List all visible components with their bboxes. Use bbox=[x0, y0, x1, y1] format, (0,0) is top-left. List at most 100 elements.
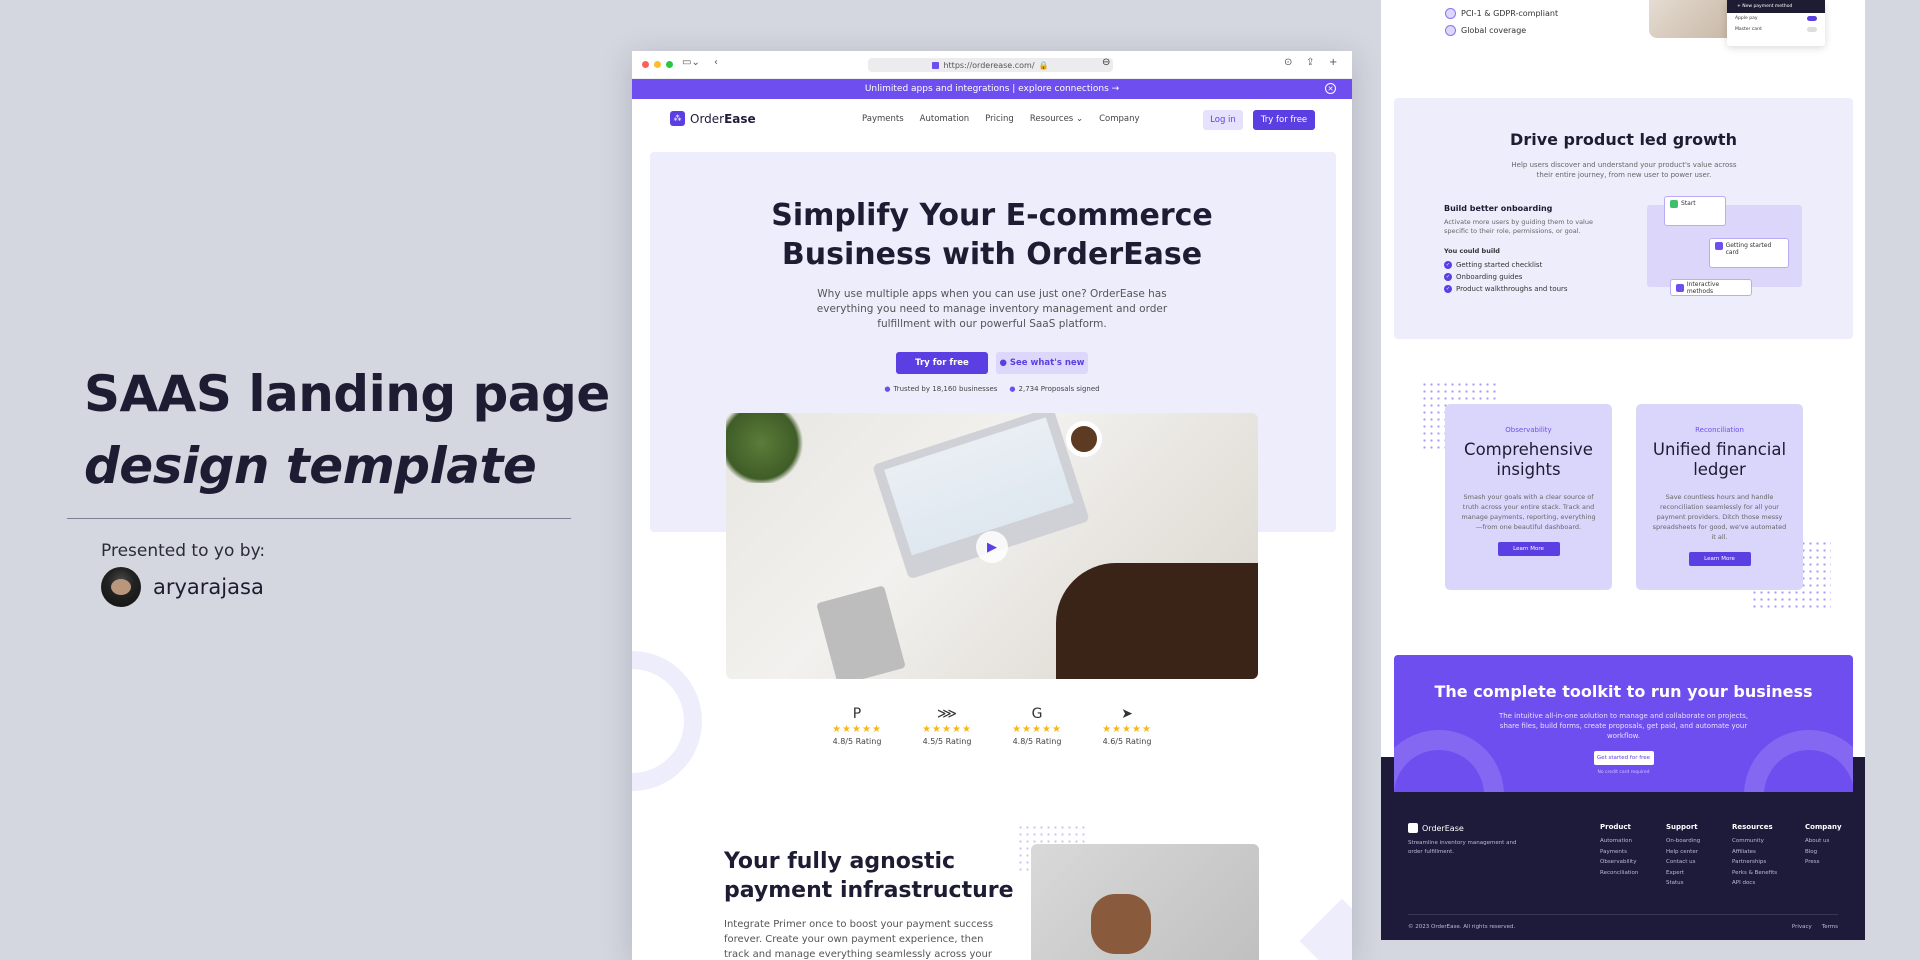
card-text: Save countless hours and handle reconcil… bbox=[1652, 493, 1787, 541]
see-whats-new-button[interactable]: ● See what's new bbox=[996, 352, 1088, 374]
banner-text[interactable]: Unlimited apps and integrations | explor… bbox=[865, 84, 1119, 94]
onboarding-text: Activate more users by guiding them to v… bbox=[1444, 218, 1593, 235]
hero-video[interactable]: ▶ bbox=[726, 413, 1258, 679]
terms-link[interactable]: Terms bbox=[1822, 924, 1838, 930]
rating-item: ➤ ★★★★★ 4.6/5 Rating bbox=[1097, 706, 1157, 746]
footer-link[interactable]: Partnerships bbox=[1732, 857, 1777, 868]
maximize-window-icon[interactable] bbox=[666, 61, 673, 68]
rating-label: 4.5/5 Rating bbox=[922, 737, 972, 746]
nav-company[interactable]: Company bbox=[1099, 114, 1139, 124]
card-title: Unified financial ledger bbox=[1652, 440, 1787, 479]
star-rating: ★★★★★ bbox=[1012, 724, 1062, 735]
new-tab-icon[interactable]: + bbox=[1329, 57, 1337, 68]
title-line-1: SAAS landing page bbox=[84, 365, 610, 423]
learn-more-button[interactable]: Learn More bbox=[1497, 542, 1560, 556]
announcement-banner[interactable]: Unlimited apps and integrations | explor… bbox=[632, 79, 1352, 99]
sidebar-icon[interactable]: ▭⌄ bbox=[682, 57, 700, 68]
copyright: © 2023 OrderEase. All rights reserved. bbox=[1408, 924, 1516, 930]
nav-pricing[interactable]: Pricing bbox=[985, 114, 1014, 124]
checklist-item: Getting started checklist bbox=[1444, 261, 1542, 269]
info-icon: ● bbox=[999, 358, 1007, 368]
trust-businesses: Trusted by 18,160 businesses bbox=[884, 385, 998, 393]
rating-label: 4.6/5 Rating bbox=[1102, 737, 1152, 746]
footer-tagline: Streamline inventory management and orde… bbox=[1408, 840, 1517, 855]
footer-link[interactable]: Help center bbox=[1666, 847, 1700, 858]
growth-subtitle: Help users discover and understand your … bbox=[1511, 161, 1737, 179]
try-free-button[interactable]: Try for free bbox=[1253, 110, 1315, 130]
download-icon[interactable]: ⊙ bbox=[1284, 57, 1292, 68]
payment-row-label: Apple pay bbox=[1735, 16, 1758, 21]
footer-link[interactable]: About us bbox=[1805, 836, 1842, 847]
nav-links: Payments Automation Pricing Resources ⌄ … bbox=[862, 114, 1140, 124]
minimize-window-icon[interactable] bbox=[654, 61, 661, 68]
footer-link[interactable]: Blog bbox=[1805, 847, 1842, 858]
back-arrow-icon[interactable]: ‹ bbox=[714, 57, 718, 68]
more-icon[interactable]: ⊖ bbox=[1102, 57, 1110, 68]
footer-column-support: Support On-boarding Help center Contact … bbox=[1666, 823, 1700, 889]
footer-link[interactable]: Expert bbox=[1666, 868, 1700, 879]
rating-label: 4.8/5 Rating bbox=[1012, 737, 1062, 746]
start-icon bbox=[1670, 200, 1678, 208]
play-icon[interactable]: ▶ bbox=[976, 531, 1008, 563]
login-button[interactable]: Log in bbox=[1203, 110, 1243, 130]
nav-resources[interactable]: Resources ⌄ bbox=[1030, 114, 1083, 124]
legal-links: Privacy Terms bbox=[1792, 924, 1838, 930]
methods-icon bbox=[1676, 283, 1684, 292]
hero-subtitle: Why use multiple apps when you can use j… bbox=[816, 288, 1168, 330]
payment-row: Master card bbox=[1727, 24, 1825, 35]
privacy-link[interactable]: Privacy bbox=[1792, 924, 1812, 930]
close-window-icon[interactable] bbox=[642, 61, 649, 68]
hero-heading-line-1: Simplify Your E-commerce bbox=[771, 198, 1213, 233]
toggle-off[interactable] bbox=[1807, 27, 1817, 32]
card-reader-image bbox=[1031, 844, 1259, 960]
learn-more-button[interactable]: Learn More bbox=[1688, 552, 1751, 566]
decorative-diamond bbox=[1299, 898, 1352, 960]
footer-link[interactable]: Payments bbox=[1600, 847, 1638, 858]
toolkit-title: The complete toolkit to run your busines… bbox=[1434, 682, 1813, 701]
flow-node-card: Getting started card bbox=[1709, 238, 1789, 268]
address-bar[interactable]: https://orderease.com/ 🔒 bbox=[868, 58, 1113, 72]
trust-proposals: 2,734 Proposals signed bbox=[1009, 385, 1100, 393]
footer-link[interactable]: Status bbox=[1666, 878, 1700, 889]
footer-link[interactable]: On-boarding bbox=[1666, 836, 1700, 847]
footer-link[interactable]: API docs bbox=[1732, 878, 1777, 889]
feature-global: Global coverage bbox=[1445, 25, 1526, 36]
browser-window: ▭⌄ ‹ https://orderease.com/ 🔒 ⊖ ⊙ ⇪ + Un… bbox=[632, 51, 1352, 960]
section-heading-line-2: payment infrastructure bbox=[724, 878, 1014, 903]
section-payment-text: Integrate Primer once to boost your paym… bbox=[724, 919, 994, 960]
footer-logo[interactable]: OrderEase bbox=[1408, 823, 1464, 833]
toggle-on[interactable] bbox=[1807, 16, 1817, 21]
hero-try-free-button[interactable]: Try for free bbox=[896, 352, 988, 374]
nav-automation[interactable]: Automation bbox=[920, 114, 970, 124]
close-banner-icon[interactable]: ✕ bbox=[1325, 83, 1336, 94]
send-icon: ➤ bbox=[1121, 706, 1133, 722]
url-text: https://orderease.com/ bbox=[943, 60, 1035, 70]
growth-title: Drive product led growth bbox=[1510, 130, 1737, 149]
site-navbar: ⁂ OrderEase Payments Automation Pricing … bbox=[632, 99, 1352, 141]
footer-link[interactable]: Affiliates bbox=[1732, 847, 1777, 858]
footer-column-title: Support bbox=[1666, 823, 1698, 831]
footer-link[interactable]: Reconciliation bbox=[1600, 868, 1638, 879]
footer-link[interactable]: Observability bbox=[1600, 857, 1638, 868]
logo-icon bbox=[1408, 823, 1418, 833]
share-icon[interactable]: ⇪ bbox=[1306, 57, 1314, 68]
flow-card-label: Getting started card bbox=[1725, 242, 1772, 256]
rating-item: G ★★★★★ 4.8/5 Rating bbox=[1007, 706, 1067, 746]
brand-prefix: Order bbox=[690, 111, 725, 126]
section-payment-heading: Your fully agnostic payment infrastructu… bbox=[724, 847, 1014, 905]
site-logo[interactable]: ⁂ OrderEase bbox=[670, 111, 756, 126]
footer-link[interactable]: Community bbox=[1732, 836, 1777, 847]
brand-suffix: Ease bbox=[724, 111, 756, 126]
feature-card-insights: Observability Comprehensive insights Sma… bbox=[1445, 404, 1612, 590]
footer-link[interactable]: Perks & Benefits bbox=[1732, 868, 1777, 879]
footer-link[interactable]: Press bbox=[1805, 857, 1842, 868]
footer-link[interactable]: Contact us bbox=[1666, 857, 1700, 868]
author: aryarajasa bbox=[101, 567, 264, 607]
footer-link[interactable]: Automation bbox=[1600, 836, 1638, 847]
checklist-item: Onboarding guides bbox=[1444, 273, 1522, 281]
payment-row: Apple pay bbox=[1727, 13, 1825, 24]
hand-image bbox=[1649, 0, 1729, 38]
get-started-button[interactable]: Get started for free bbox=[1593, 751, 1654, 765]
nav-payments[interactable]: Payments bbox=[862, 114, 904, 124]
hero-heading: Simplify Your E-commerce Business with O… bbox=[632, 196, 1352, 274]
